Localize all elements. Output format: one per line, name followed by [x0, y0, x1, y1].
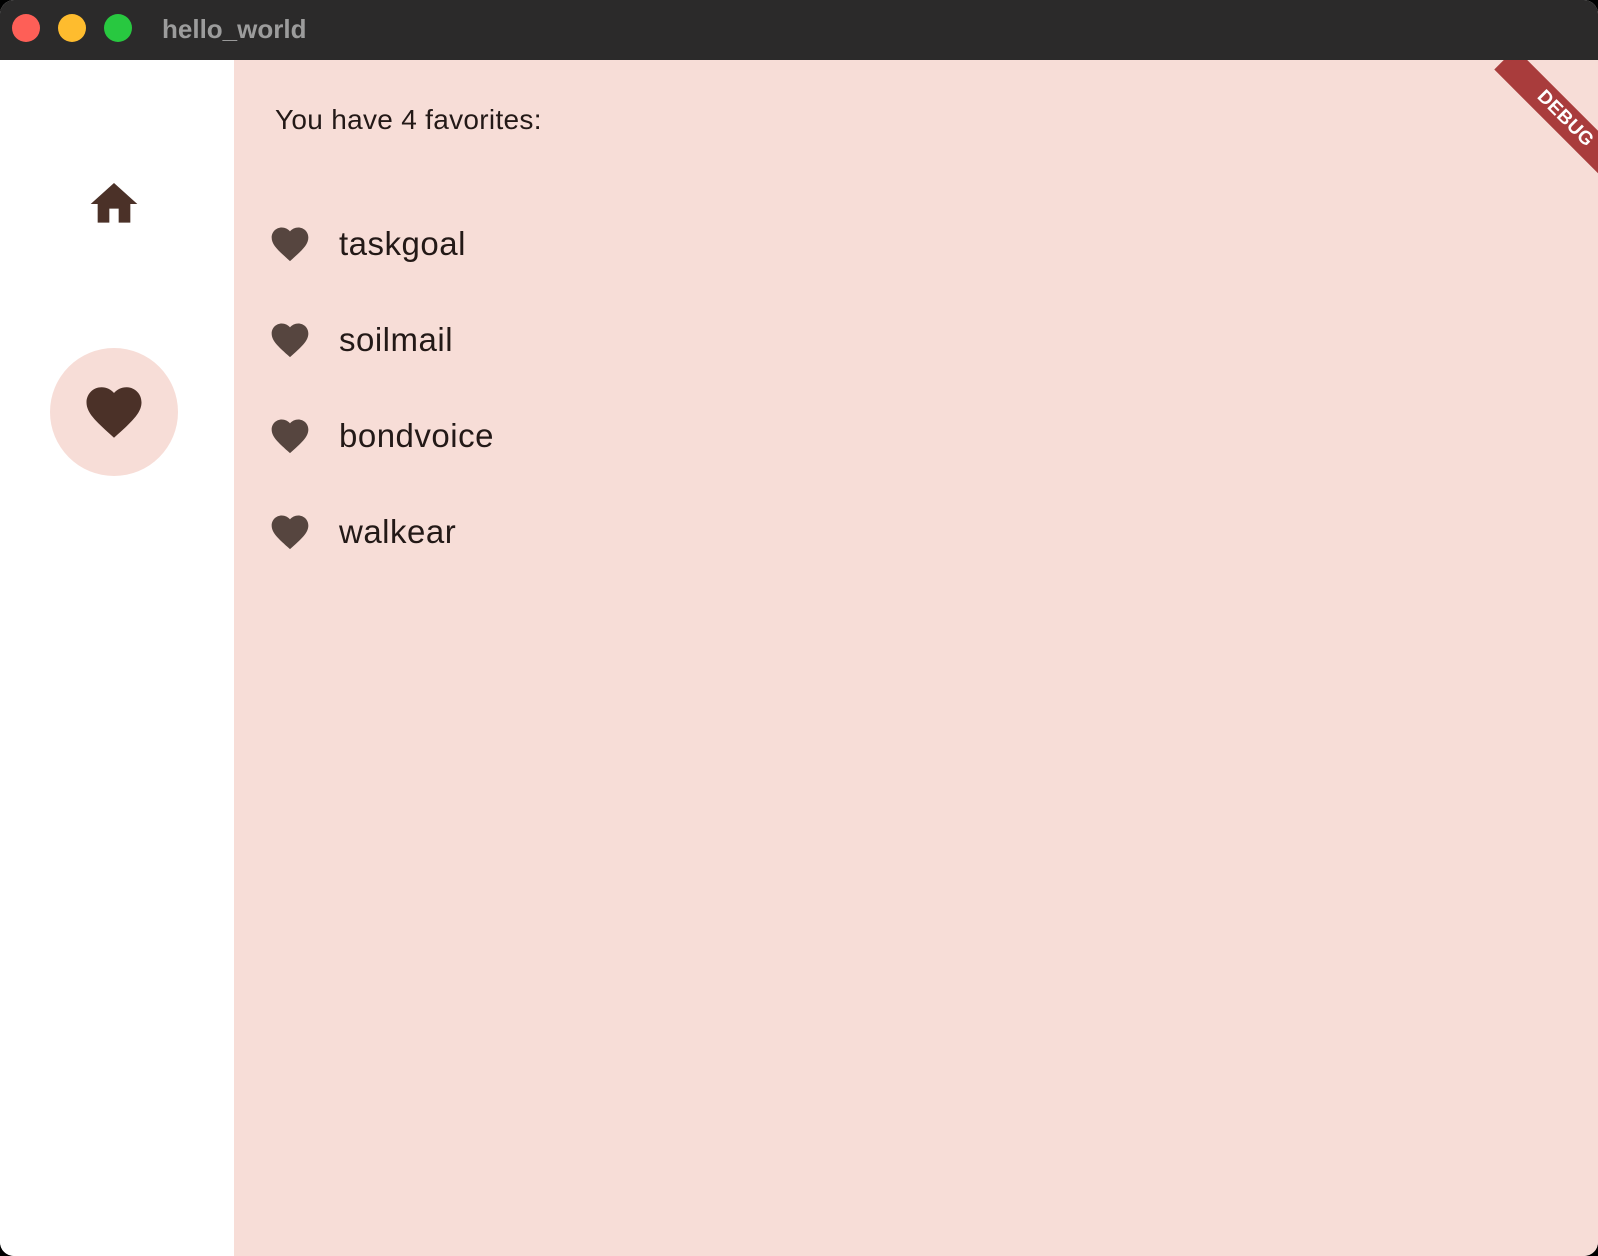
title-bar[interactable]: hello_world: [0, 0, 1598, 60]
list-item[interactable]: walkear: [234, 484, 1598, 580]
heart-icon: [86, 387, 142, 438]
favorite-label: taskgoal: [339, 225, 466, 262]
favorite-label: bondvoice: [339, 417, 494, 454]
minimize-window-button[interactable]: [58, 14, 86, 42]
favorites-summary: You have 4 favorites:: [275, 104, 542, 135]
list-item[interactable]: taskgoal: [234, 196, 1598, 292]
window-title: hello_world: [162, 14, 307, 44]
nav-destination-favorites[interactable]: [50, 348, 178, 476]
maximize-window-button[interactable]: [104, 14, 132, 42]
favorites-page: You have 4 favorites: taskgoal soilmail …: [234, 60, 1598, 1256]
favorite-label: walkear: [339, 513, 457, 550]
close-window-button[interactable]: [12, 14, 40, 42]
list-item[interactable]: soilmail: [234, 292, 1598, 388]
heart-icon: [271, 419, 309, 454]
heart-icon: [271, 323, 309, 358]
list-item[interactable]: bondvoice: [234, 388, 1598, 484]
favorite-label: soilmail: [339, 321, 454, 358]
app-window: hello_world You have 4 favorites: taskgo…: [0, 0, 1598, 1256]
heart-icon: [271, 227, 309, 262]
nav-destination-home[interactable]: [50, 140, 178, 268]
navigation-rail: [0, 60, 234, 1256]
heart-icon: [271, 515, 309, 550]
home-icon: [90, 183, 138, 223]
favorites-list: taskgoal soilmail bondvoice walkear: [234, 196, 1598, 580]
